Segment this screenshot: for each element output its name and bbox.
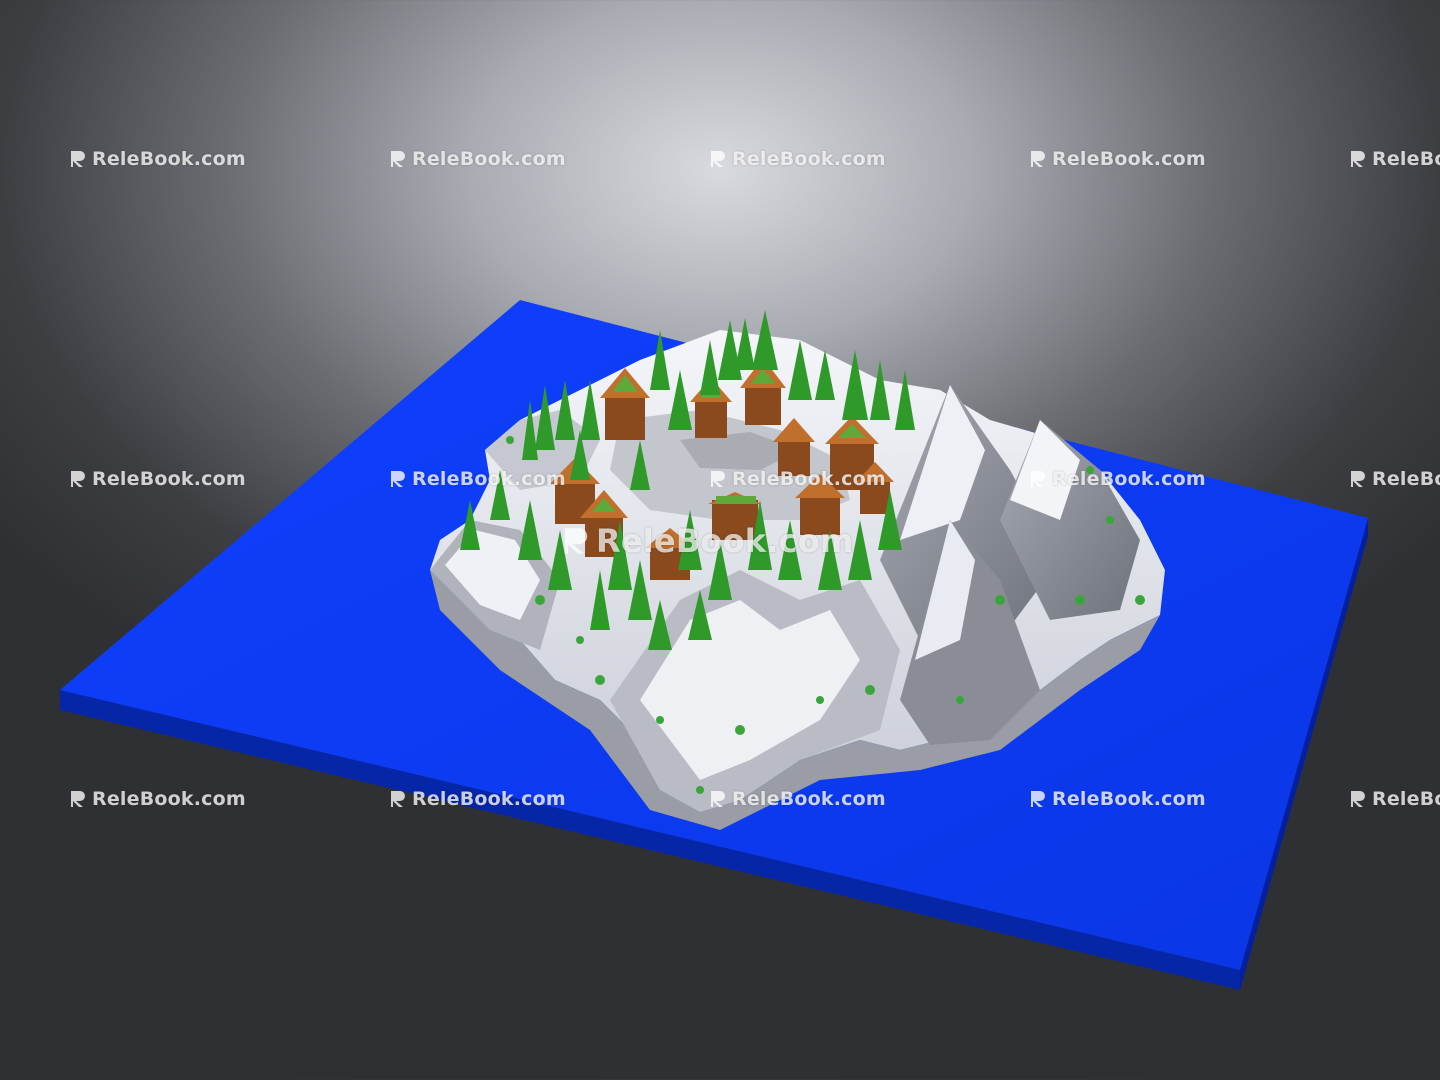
island-scene [60, 300, 1368, 990]
house [708, 492, 762, 540]
